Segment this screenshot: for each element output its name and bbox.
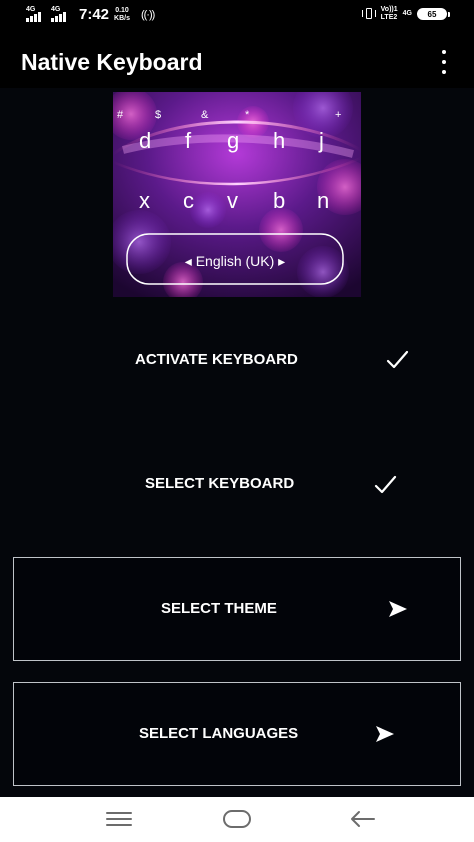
- volte-indicator: Vo))1 LTE2: [381, 6, 398, 22]
- select-keyboard-option[interactable]: SELECT KEYBOARD: [0, 464, 474, 504]
- sim-slot-label: 1: [393, 6, 398, 13]
- check-icon: [374, 475, 397, 494]
- sim2-signal-icon: 4G: [51, 6, 71, 22]
- activate-keyboard-label: ACTIVATE KEYBOARD: [135, 351, 298, 368]
- volte-bottom-label: LTE2: [380, 14, 398, 21]
- select-languages-label: SELECT LANGUAGES: [139, 725, 299, 742]
- select-languages-button[interactable]: SELECT LANGUAGES: [13, 682, 461, 786]
- app-bar: Native Keyboard: [0, 30, 474, 88]
- back-icon[interactable]: [348, 807, 378, 831]
- keyboard-preview-image: # $ & * + d f g h j x c v b n ◂ English: [113, 92, 361, 297]
- arrow-right-icon: [376, 726, 394, 742]
- sim1-signal-icon: 4G: [26, 6, 46, 22]
- speed-unit: KB/s: [114, 15, 130, 22]
- select-theme-label: SELECT THEME: [161, 600, 277, 617]
- keyboard-symbol: &: [201, 109, 209, 121]
- app-title: Native Keyboard: [21, 49, 203, 75]
- battery-icon: 65: [417, 8, 447, 20]
- check-icon: [386, 350, 409, 369]
- keyboard-preview-art: # $ & * + d f g h j x c v b n ◂ English: [113, 92, 361, 297]
- keyboard-key: b: [273, 188, 285, 213]
- system-nav-bar: [0, 797, 474, 842]
- keyboard-key: h: [273, 128, 285, 153]
- keyboard-key: f: [185, 128, 192, 153]
- arrow-right-icon: [389, 601, 407, 617]
- select-theme-button[interactable]: SELECT THEME: [13, 557, 461, 661]
- hotspot-icon: ((·)): [140, 9, 155, 21]
- keyboard-key: v: [227, 188, 238, 213]
- keyboard-symbol: +: [335, 109, 341, 121]
- keyboard-key: n: [317, 188, 329, 213]
- network-speed: 0.10 KB/s: [114, 7, 130, 23]
- activate-keyboard-option[interactable]: ACTIVATE KEYBOARD: [0, 340, 474, 380]
- battery-level: 65: [427, 10, 437, 19]
- keyboard-key: g: [227, 128, 239, 153]
- keyboard-key: d: [139, 128, 151, 153]
- keyboard-symbol: *: [245, 109, 250, 121]
- keyboard-key: x: [139, 188, 150, 213]
- keyboard-symbol: #: [117, 109, 124, 121]
- vibrate-icon: [361, 7, 376, 21]
- recents-icon[interactable]: [104, 807, 134, 831]
- overflow-menu-icon[interactable]: [436, 50, 452, 74]
- keyboard-symbol: $: [155, 109, 161, 121]
- status-bar: 4G 4G 7:42 0.10 KB/s ((·)) Vo))1 LTE2 4G…: [0, 0, 474, 30]
- speed-value: 0.10: [115, 7, 129, 14]
- select-keyboard-label: SELECT KEYBOARD: [145, 475, 295, 492]
- volte-top-label: Vo)): [380, 6, 394, 13]
- app-screen: 4G 4G 7:42 0.10 KB/s ((·)) Vo))1 LTE2 4G…: [0, 0, 474, 842]
- battery-tip: [448, 11, 450, 17]
- network-type-label: 4G: [402, 10, 412, 17]
- clock: 7:42: [79, 6, 110, 23]
- keyboard-key: c: [183, 188, 194, 213]
- language-label: ◂ English (UK) ▸: [185, 253, 285, 269]
- home-icon[interactable]: [222, 807, 252, 831]
- keyboard-key: j: [318, 128, 324, 153]
